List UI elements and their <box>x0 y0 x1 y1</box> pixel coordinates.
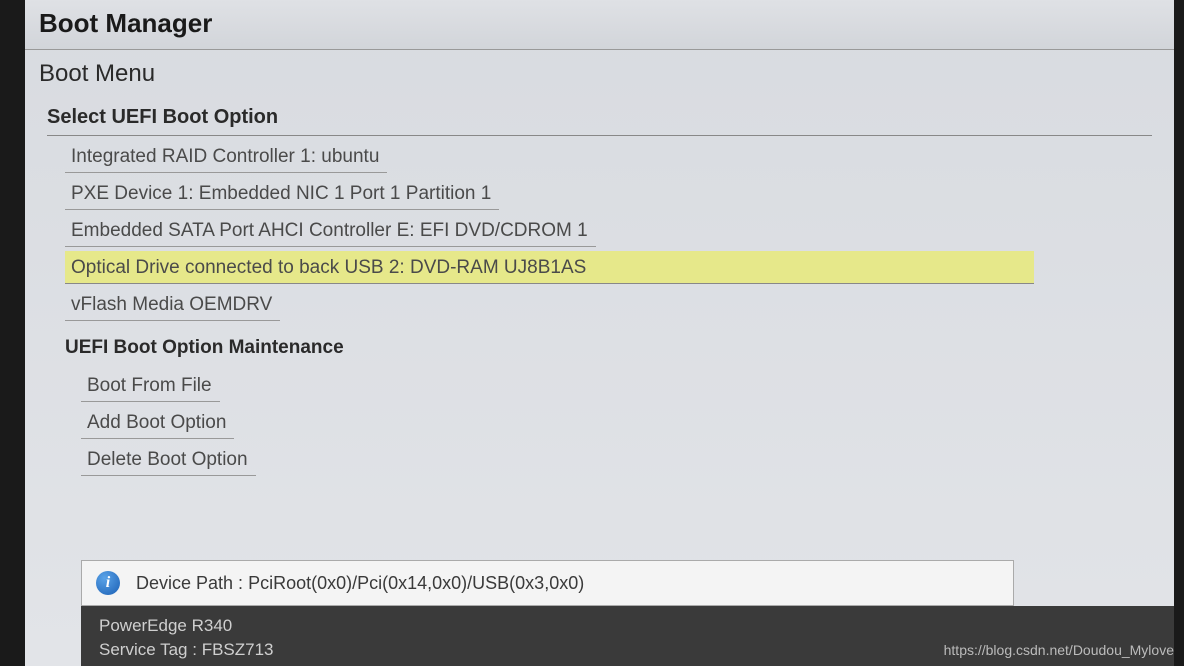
title-bar: Boot Manager <box>25 0 1174 50</box>
section-heading: Select UEFI Boot Option <box>25 100 1174 135</box>
maintenance-boot-from-file[interactable]: Boot From File <box>81 369 220 402</box>
footer-service-tag: FBSZ713 <box>202 640 274 659</box>
info-icon: i <box>96 571 120 595</box>
page-subtitle: Boot Menu <box>39 60 1160 88</box>
info-bar: i Device Path : PciRoot(0x0)/Pci(0x14,0x… <box>81 560 1014 606</box>
subtitle-bar: Boot Menu <box>25 50 1174 100</box>
maintenance-options-list: Boot From File Add Boot Option Delete Bo… <box>25 365 1174 484</box>
boot-option-vflash[interactable]: vFlash Media OEMDRV <box>65 288 280 321</box>
boot-option-pxe[interactable]: PXE Device 1: Embedded NIC 1 Port 1 Part… <box>65 177 499 210</box>
maintenance-delete-boot-option[interactable]: Delete Boot Option <box>81 443 256 476</box>
footer-service-tag-label: Service Tag : <box>99 640 197 659</box>
info-text: Device Path : PciRoot(0x0)/Pci(0x14,0x0)… <box>136 573 584 594</box>
info-label: Device Path : <box>136 573 243 593</box>
boot-options-list: Integrated RAID Controller 1: ubuntu PXE… <box>25 136 1174 329</box>
maintenance-add-boot-option[interactable]: Add Boot Option <box>81 406 234 439</box>
bios-screen: Boot Manager Boot Menu Select UEFI Boot … <box>25 0 1174 666</box>
maintenance-heading: UEFI Boot Option Maintenance <box>25 329 1174 365</box>
boot-option-raid[interactable]: Integrated RAID Controller 1: ubuntu <box>65 140 387 173</box>
info-value: PciRoot(0x0)/Pci(0x14,0x0)/USB(0x3,0x0) <box>248 573 584 593</box>
boot-option-optical[interactable]: Optical Drive connected to back USB 2: D… <box>65 251 1034 284</box>
footer-model: PowerEdge R340 <box>99 614 1156 638</box>
page-title: Boot Manager <box>39 8 1160 39</box>
boot-option-sata[interactable]: Embedded SATA Port AHCI Controller E: EF… <box>65 214 596 247</box>
watermark: https://blog.csdn.net/Doudou_Mylove <box>944 642 1174 658</box>
